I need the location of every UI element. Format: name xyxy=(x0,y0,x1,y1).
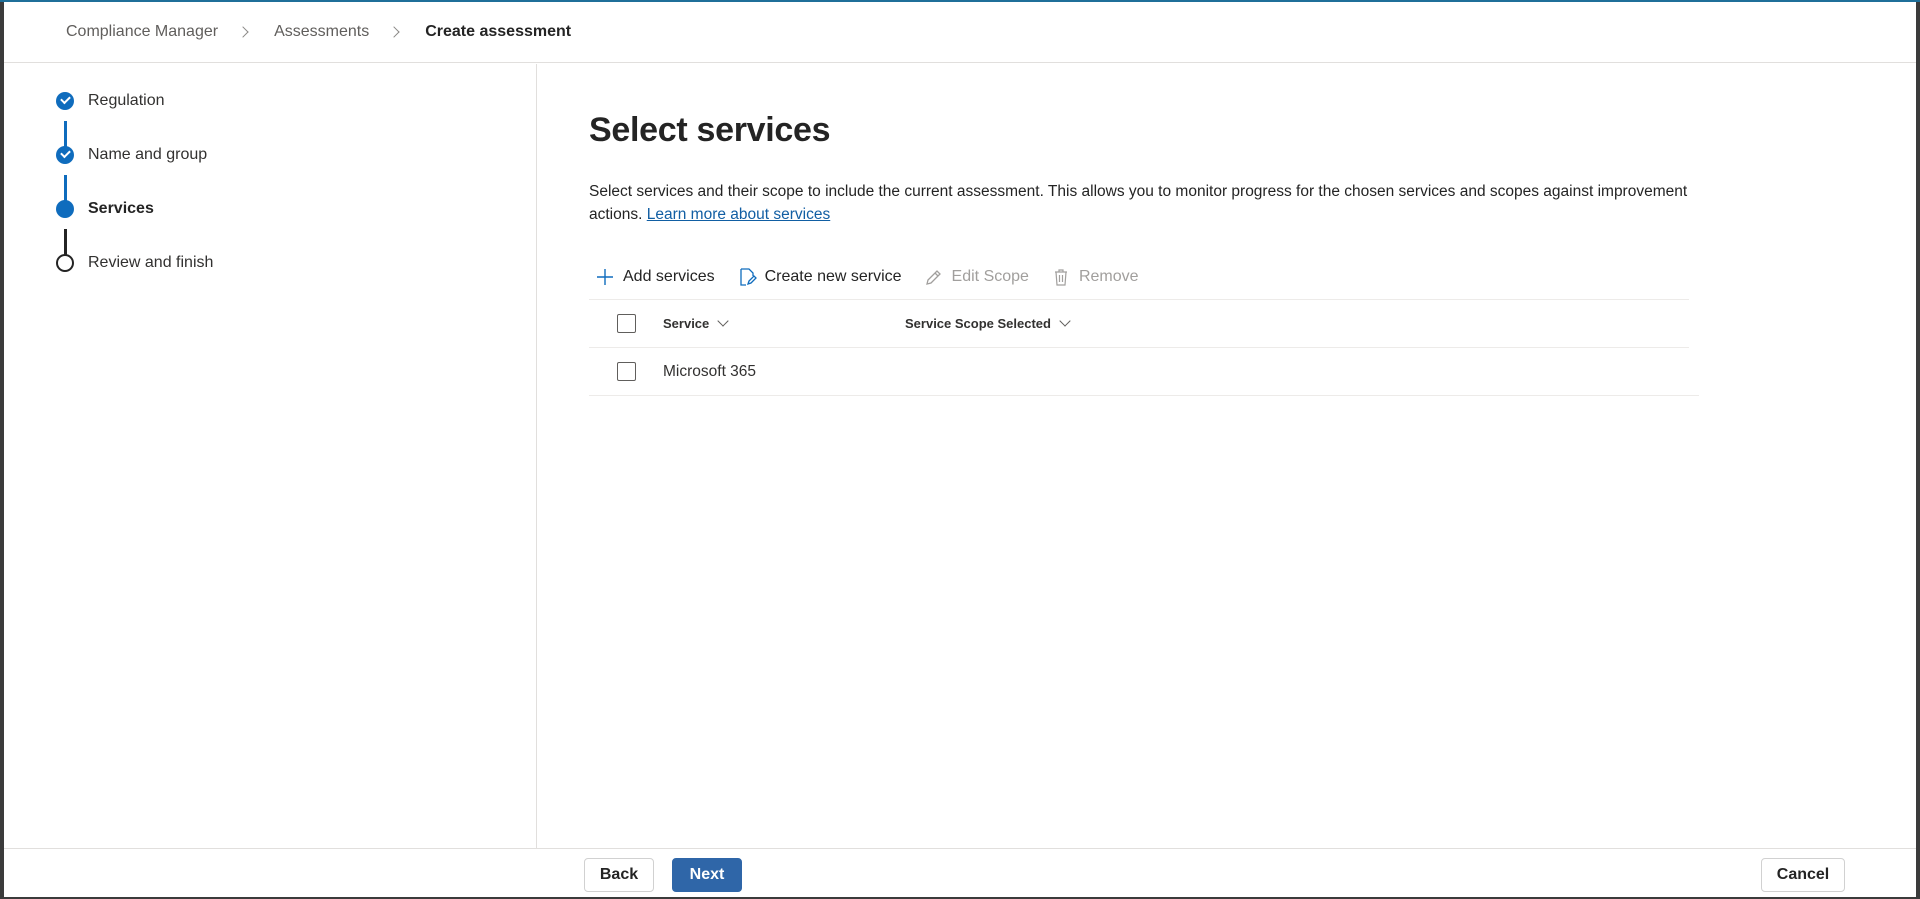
table-row[interactable]: Microsoft 365 xyxy=(589,348,1699,396)
next-button[interactable]: Next xyxy=(672,858,742,892)
cancel-button[interactable]: Cancel xyxy=(1761,858,1845,892)
step-label: Review and finish xyxy=(88,254,214,271)
breadcrumb-compliance-manager[interactable]: Compliance Manager xyxy=(66,23,218,41)
step-label: Services xyxy=(88,200,154,217)
edit-document-icon xyxy=(737,267,757,287)
column-header-service-scope[interactable]: Service Scope Selected xyxy=(905,315,1071,331)
step-services[interactable]: Services xyxy=(56,200,154,218)
services-table: Service Service Scope Selected Microsoft… xyxy=(589,299,1699,396)
step-name-and-group[interactable]: Name and group xyxy=(56,146,207,164)
edit-scope-label: Edit Scope xyxy=(951,268,1029,285)
wizard-footer: Back Next Cancel xyxy=(4,848,1916,897)
remove-button[interactable]: Remove xyxy=(1045,267,1139,287)
step-review-and-finish[interactable]: Review and finish xyxy=(56,254,213,272)
checkmark-circle-icon xyxy=(56,92,74,110)
column-header-service[interactable]: Service xyxy=(663,315,729,331)
column-header-label: Service Scope Selected xyxy=(905,316,1051,331)
learn-more-link[interactable]: Learn more about services xyxy=(647,206,831,223)
step-regulation[interactable]: Regulation xyxy=(56,92,165,110)
row-checkbox[interactable] xyxy=(617,362,636,381)
breadcrumb-assessments[interactable]: Assessments xyxy=(274,23,369,41)
select-all-checkbox[interactable] xyxy=(617,314,636,333)
plus-icon xyxy=(595,267,615,287)
app-frame: Compliance Manager Assessments Create as… xyxy=(4,2,1916,897)
breadcrumb-create-assessment: Create assessment xyxy=(425,23,572,40)
add-services-button[interactable]: Add services xyxy=(589,267,715,287)
chevron-down-icon xyxy=(1059,315,1071,327)
empty-circle-icon xyxy=(56,254,74,272)
checkmark-circle-icon xyxy=(56,146,74,164)
step-label: Name and group xyxy=(88,146,208,163)
service-name: Microsoft 365 xyxy=(663,362,757,380)
page-title: Select services xyxy=(589,111,831,149)
chevron-down-icon xyxy=(717,315,729,327)
add-services-label: Add services xyxy=(623,268,715,285)
wizard-steps: Regulation Name and group Services Revie… xyxy=(4,64,537,848)
pencil-icon xyxy=(924,267,944,287)
command-bar: Add services Create new service Edit Sco… xyxy=(589,259,1155,295)
table-header: Service Service Scope Selected xyxy=(589,299,1689,348)
create-new-service-label: Create new service xyxy=(764,268,902,285)
column-header-label: Service xyxy=(663,316,710,331)
chevron-right-icon xyxy=(385,21,407,43)
back-button[interactable]: Back xyxy=(584,858,654,892)
chevron-right-icon xyxy=(234,21,256,43)
trash-icon xyxy=(1051,267,1071,287)
breadcrumb: Compliance Manager Assessments Create as… xyxy=(4,2,1916,63)
filled-circle-icon xyxy=(56,200,74,218)
page-description: Select services and their scope to inclu… xyxy=(589,180,1699,226)
remove-label: Remove xyxy=(1078,268,1139,285)
step-label: Regulation xyxy=(88,92,165,109)
edit-scope-button[interactable]: Edit Scope xyxy=(918,267,1029,287)
create-new-service-button[interactable]: Create new service xyxy=(731,267,902,287)
